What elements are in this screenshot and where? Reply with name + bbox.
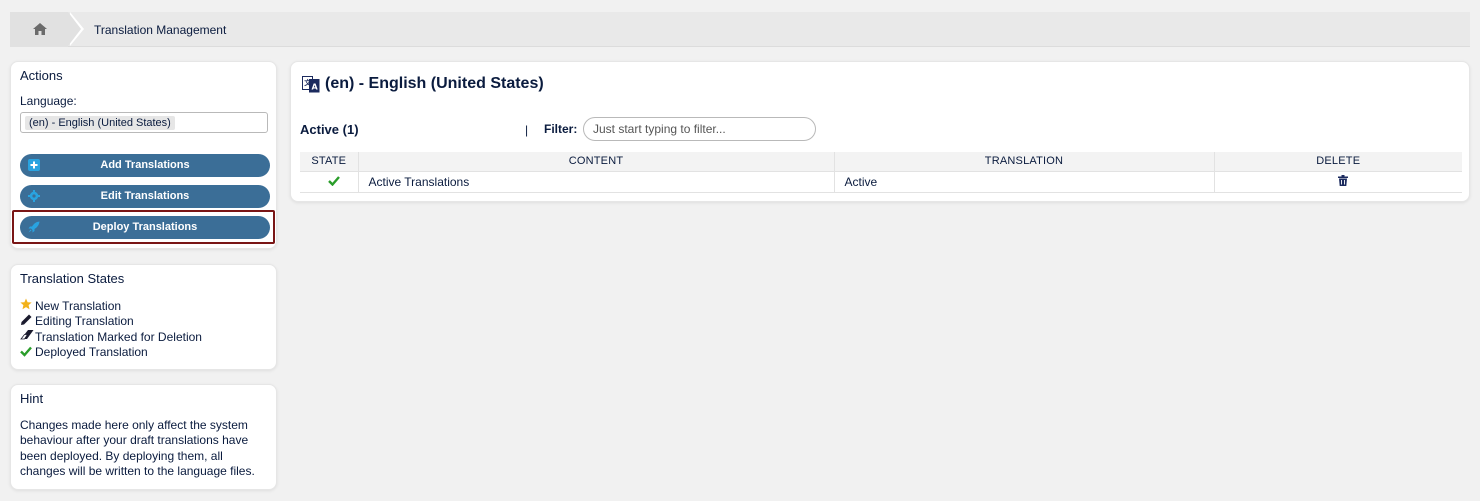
translation-states-title: Translation States [20, 271, 125, 286]
hint-panel: Hint Changes made here only affect the s… [10, 384, 277, 490]
translation-cell[interactable]: Active [834, 170, 1215, 193]
table-header-row: STATE CONTENT TRANSLATION DELETE [300, 152, 1462, 171]
star-icon [20, 298, 34, 313]
table-row[interactable]: Active Translations Active [300, 170, 1462, 193]
add-translations-button[interactable]: Add Translations [20, 154, 270, 177]
pencil-icon [20, 314, 34, 329]
breadcrumb-current: Translation Management [94, 23, 227, 37]
active-count: Active (1) [300, 122, 359, 137]
translation-states-list: New Translation Editing Translation Tran… [20, 298, 202, 360]
state-label: Translation Marked for Deletion [35, 329, 202, 344]
plus-square-icon [28, 159, 40, 171]
list-item: Deployed Translation [20, 345, 202, 361]
breadcrumb: Translation Management [10, 12, 1470, 47]
deploy-translations-button[interactable]: Deploy Translations [20, 216, 270, 239]
deploy-translations-label: Deploy Translations [92, 221, 198, 233]
state-cell [300, 170, 359, 193]
home-icon [33, 23, 47, 35]
actions-panel: Actions Language: (en) - English (United… [10, 61, 277, 249]
translation-states-panel: Translation States New Translation Editi… [10, 264, 277, 370]
column-header-content[interactable]: CONTENT [358, 152, 835, 171]
edit-translations-button[interactable]: Edit Translations [20, 185, 270, 208]
actions-title: Actions [20, 68, 63, 83]
column-header-translation[interactable]: TRANSLATION [834, 152, 1215, 171]
translate-icon: 文 A [302, 76, 320, 93]
svg-text:A: A [312, 83, 319, 92]
hint-title: Hint [20, 391, 44, 406]
state-label: Deployed Translation [35, 345, 148, 360]
check-icon [327, 175, 340, 186]
check-icon [20, 345, 34, 360]
filter-label: Filter: [544, 122, 578, 136]
column-header-state[interactable]: STATE [300, 152, 359, 171]
language-title: (en) - English (United States) [325, 75, 544, 92]
column-header-delete[interactable]: DELETE [1214, 152, 1462, 171]
trash-icon[interactable] [1338, 174, 1349, 186]
hint-text: Changes made here only affect the system… [20, 418, 255, 478]
edit-translations-label: Edit Translations [100, 190, 190, 202]
content-cell[interactable]: Active Translations [358, 170, 835, 193]
eraser-icon [20, 329, 34, 344]
filter-input[interactable] [583, 117, 816, 141]
delete-cell [1214, 170, 1462, 193]
gear-icon [28, 190, 40, 202]
list-item: Translation Marked for Deletion [20, 329, 202, 345]
state-label: Editing Translation [35, 314, 134, 329]
state-label: New Translation [35, 298, 122, 313]
translation-overview-panel: 文 A (en) - English (United States) Activ… [290, 61, 1470, 202]
add-translations-label: Add Translations [100, 159, 190, 171]
separator: | [525, 123, 529, 137]
page-title: 文 A (en) - English (United States) [302, 75, 544, 93]
language-label: Language: [20, 94, 77, 108]
translations-table: STATE CONTENT TRANSLATION DELETE Active … [300, 152, 1462, 193]
language-selected-value[interactable]: (en) - English (United States) [25, 116, 175, 130]
language-select[interactable]: (en) - English (United States) [20, 112, 268, 133]
breadcrumb-home[interactable] [10, 12, 68, 47]
list-item: Editing Translation [20, 314, 202, 330]
list-item: New Translation [20, 298, 202, 314]
rocket-icon [28, 221, 40, 233]
